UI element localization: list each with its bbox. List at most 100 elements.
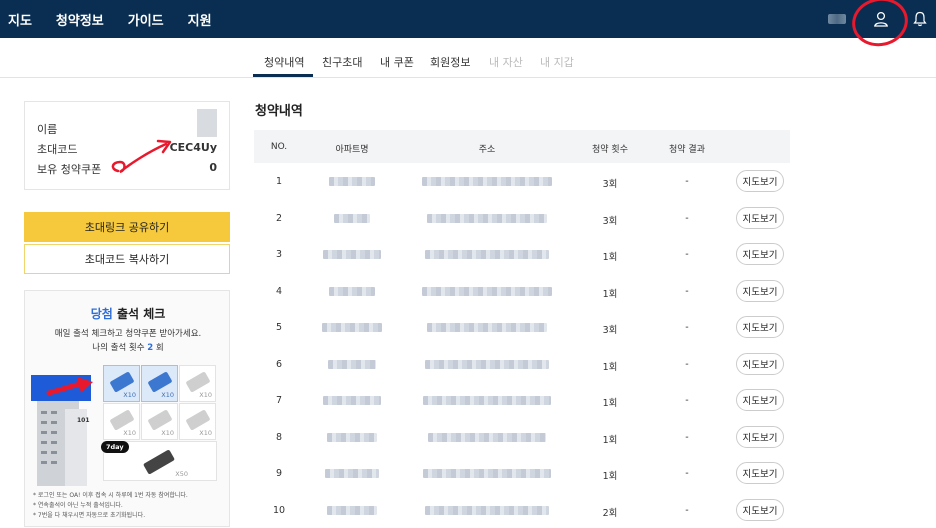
page-title: 청약내역	[255, 104, 303, 119]
attendance-title-rest: 출석 체크	[112, 307, 166, 321]
attendance-cell-2: X10	[141, 365, 178, 402]
table-row: 10 2회 - 지도보기	[254, 492, 790, 528]
tab-my-coupons[interactable]: 내 쿠폰	[380, 54, 414, 70]
attendance-cell-5: X10	[141, 403, 178, 440]
attendance-note-2: * 연속출석이 아닌 누적 출석입니다.	[33, 502, 123, 509]
row-number: 9	[275, 468, 283, 479]
view-map-button[interactable]: 지도보기	[736, 425, 784, 448]
subscription-result: -	[685, 249, 689, 260]
attendance-note-1: * 로그인 또는 OA! 이후 접속 시 하루에 1번 자동 참여합니다.	[33, 492, 188, 499]
nav-item-guide[interactable]: 가이드	[128, 10, 164, 29]
subscription-result: -	[685, 176, 689, 187]
coupon-ticket-icon	[109, 371, 135, 393]
table-row: 1 3회 - 지도보기	[254, 163, 790, 199]
share-invite-link-button[interactable]: 초대링크 공유하기	[24, 212, 230, 242]
subscription-count: 1회	[602, 398, 618, 409]
row-number: 5	[275, 322, 283, 333]
bell-icon	[913, 11, 927, 27]
user-name-blurred	[828, 14, 846, 24]
view-map-button[interactable]: 지도보기	[736, 389, 784, 411]
address-blurred	[423, 396, 551, 405]
attendance-subtitle: 매일 출석 체크하고 청약쿠폰 받아가세요.	[54, 329, 202, 339]
header-no: NO.	[270, 142, 288, 152]
table-row: 9 1회 - 지도보기	[254, 455, 790, 491]
coupon-ticket-icon	[143, 449, 175, 475]
main-menu: 지도 청약정보 가이드 지원	[8, 10, 236, 29]
attendance-cell-4: X10	[103, 403, 140, 440]
view-map-button[interactable]: 지도보기	[736, 279, 784, 302]
header-apartment: 아파트명	[335, 145, 369, 155]
attendance-title: 당첨 출석 체크	[25, 305, 229, 322]
name-label: 이름	[37, 123, 58, 136]
view-map-button[interactable]: 지도보기	[736, 462, 784, 484]
apartment-name-blurred	[325, 469, 379, 478]
tab-my-assets: 내 자산	[489, 56, 523, 69]
nav-item-support[interactable]: 지원	[188, 10, 212, 29]
invite-code-label: 초대코드	[37, 143, 78, 156]
apartment-name-blurred	[327, 505, 377, 515]
row-number: 4	[275, 285, 283, 297]
apartment-name-blurred	[327, 432, 377, 442]
subscription-count: 1회	[602, 361, 618, 373]
header-count: 청약 횟수	[592, 145, 628, 155]
attendance-check-card: 당첨 출석 체크 매일 출석 체크하고 청약쿠폰 받아가세요. 나의 출석 횟수…	[24, 290, 230, 527]
row-number: 10	[272, 504, 286, 516]
row-number: 6	[275, 358, 283, 370]
header-actions	[828, 0, 936, 52]
apartment-name-blurred	[328, 359, 376, 369]
coupon-ticket-icon	[185, 371, 211, 393]
mypage-tabs: 청약내역 친구초대 내 쿠폰 회원정보 내 자산 내 지갑	[0, 38, 936, 78]
table-row: 8 1회 - 지도보기	[254, 419, 790, 455]
view-map-button[interactable]: 지도보기	[736, 498, 784, 521]
tab-my-wallet: 내 지갑	[540, 56, 574, 69]
tab-subscription-history[interactable]: 청약내역	[264, 54, 304, 70]
view-map-button[interactable]: 지도보기	[736, 316, 784, 338]
table-row: 3 1회 - 지도보기	[254, 236, 790, 272]
apartment-name-blurred	[334, 213, 370, 223]
building-number: 101	[77, 417, 90, 424]
view-map-button[interactable]: 지도보기	[736, 170, 784, 192]
subscription-result: -	[685, 285, 689, 297]
coupon-ticket-icon	[147, 409, 173, 431]
address-blurred	[422, 177, 552, 186]
copy-invite-code-button[interactable]: 초대코드 복사하기	[24, 244, 230, 274]
subscription-result: -	[685, 431, 689, 443]
row-number: 8	[275, 431, 283, 443]
row-number: 3	[275, 249, 283, 260]
attendance-count-suffix: 회	[153, 343, 164, 353]
attendance-count: 나의 출석 횟수 2 회	[25, 341, 229, 353]
subscription-count: 1회	[602, 252, 618, 263]
view-map-button[interactable]: 지도보기	[736, 206, 784, 229]
address-blurred	[425, 250, 549, 259]
subscription-count: 2회	[602, 507, 618, 519]
address-blurred	[425, 505, 549, 515]
subscription-result: -	[685, 322, 689, 333]
apartment-name-blurred	[322, 323, 382, 332]
notification-button[interactable]	[908, 4, 932, 34]
subscription-result: -	[685, 395, 689, 406]
view-map-button[interactable]: 지도보기	[736, 243, 784, 265]
apartment-name-blurred	[329, 286, 375, 296]
apartment-name-blurred	[329, 177, 375, 186]
nav-item-subscription-info[interactable]: 청약정보	[56, 10, 104, 29]
subscription-result: -	[685, 504, 689, 516]
attendance-note-3: * 7번을 다 채우시면 자동으로 초기화됩니다.	[33, 512, 146, 519]
coupon-label: 보유 청약쿠폰	[37, 163, 102, 176]
row-number: 7	[275, 395, 283, 406]
attendance-cell-6: X10	[179, 403, 216, 440]
user-icon	[874, 11, 888, 27]
coupon-ticket-icon	[109, 409, 135, 431]
top-navigation-bar: 지도 청약정보 가이드 지원	[0, 0, 936, 52]
coupon-value: 0	[209, 161, 217, 174]
subscription-result: -	[685, 468, 689, 479]
view-map-button[interactable]: 지도보기	[736, 352, 784, 375]
attendance-title-highlight: 당첨	[90, 307, 113, 321]
apartment-illustration	[31, 375, 93, 486]
address-blurred	[428, 432, 546, 442]
user-menu-button[interactable]	[847, 0, 913, 52]
tab-member-info[interactable]: 회원정보	[430, 54, 470, 70]
apartment-name-blurred	[323, 250, 381, 259]
header-result: 청약 결과	[669, 145, 705, 155]
nav-item-map[interactable]: 지도	[8, 10, 32, 29]
tab-invite-friends[interactable]: 친구초대	[322, 54, 362, 70]
